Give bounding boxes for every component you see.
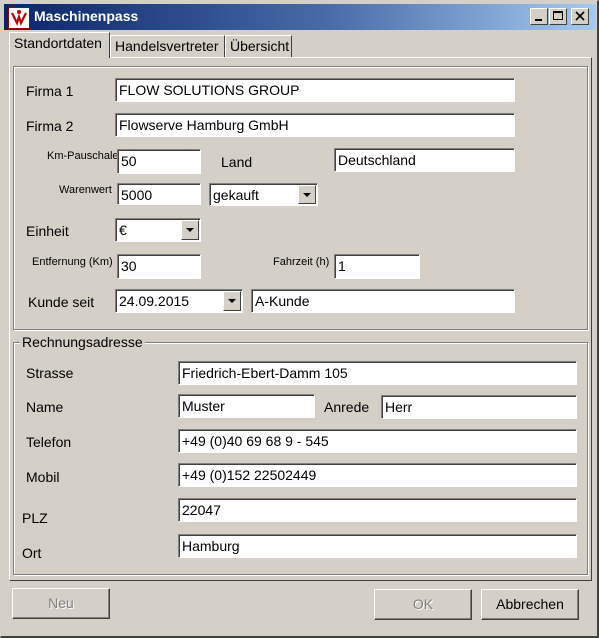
ort-label: Ort xyxy=(22,545,42,561)
anrede-label: Anrede xyxy=(324,399,370,415)
maximize-icon xyxy=(553,11,563,20)
chevron-down-icon[interactable] xyxy=(181,220,199,240)
ort-field[interactable]: Hamburg xyxy=(178,534,577,558)
close-icon xyxy=(575,11,585,21)
maximize-button[interactable] xyxy=(549,8,567,25)
mobil-field[interactable]: +49 (0)152 22502449 xyxy=(178,463,577,487)
fahrzeit-field[interactable]: 1 xyxy=(334,254,420,279)
standort-group: Firma 1 FLOW SOLUTIONS GROUP Firma 2 Flo… xyxy=(13,66,588,330)
km-pauschale-label: Km-Pauschale xyxy=(47,150,119,162)
telefon-field[interactable]: +49 (0)40 69 68 9 - 545 xyxy=(178,429,577,453)
tab-uebersicht[interactable]: Übersicht xyxy=(225,35,292,57)
plz-label: PLZ xyxy=(22,510,48,526)
status-select[interactable]: gekauft xyxy=(209,183,318,206)
plz-field[interactable]: 22047 xyxy=(178,498,577,522)
kunde-seit-value: 24.09.2015 xyxy=(119,293,190,309)
rechnungsadresse-group: Rechnungsadresse Strasse Friedrich-Ebert… xyxy=(13,334,588,575)
name-field[interactable]: Muster xyxy=(178,394,315,418)
firma1-label: Firma 1 xyxy=(26,83,74,99)
neu-button[interactable]: Neu xyxy=(12,588,110,619)
tab-panel: Firma 1 FLOW SOLUTIONS GROUP Firma 2 Flo… xyxy=(9,57,592,581)
land-label: Land xyxy=(221,154,253,170)
warenwert-label: Warenwert xyxy=(59,184,112,196)
window-title: Maschinenpass xyxy=(34,8,139,24)
window: Maschinenpass Standortdaten Handelsvertr… xyxy=(0,0,599,638)
einheit-select[interactable]: € xyxy=(115,218,201,242)
firma2-field[interactable]: Flowserve Hamburg GmbH xyxy=(115,113,515,137)
einheit-value: € xyxy=(119,222,127,238)
chevron-down-icon[interactable] xyxy=(298,185,316,204)
abbrechen-button[interactable]: Abbrechen xyxy=(481,589,579,620)
firma1-field[interactable]: FLOW SOLUTIONS GROUP xyxy=(115,78,515,102)
entfernung-label: Entfernung (Km) xyxy=(32,256,113,268)
chevron-down-icon[interactable] xyxy=(223,291,241,311)
close-button[interactable] xyxy=(571,8,589,25)
title-bar[interactable]: Maschinenpass xyxy=(4,4,596,30)
land-field[interactable]: Deutschland xyxy=(334,148,515,172)
app-logo-icon xyxy=(8,7,30,29)
tab-handelsvertreter[interactable]: Handelsvertreter xyxy=(110,35,225,57)
entfernung-field[interactable]: 30 xyxy=(117,254,201,279)
mobil-label: Mobil xyxy=(26,469,60,485)
km-pauschale-field[interactable]: 50 xyxy=(117,149,201,174)
minimize-icon xyxy=(535,19,542,21)
rechnungsadresse-legend: Rechnungsadresse xyxy=(20,334,145,350)
strasse-field[interactable]: Friedrich-Ebert-Damm 105 xyxy=(178,361,577,385)
name-label: Name xyxy=(26,399,64,415)
fahrzeit-label: Fahrzeit (h) xyxy=(273,256,330,268)
kunde-seit-datepicker[interactable]: 24.09.2015 xyxy=(115,289,243,313)
kunde-typ-field[interactable]: A-Kunde xyxy=(251,289,515,313)
firma2-label: Firma 2 xyxy=(26,118,74,134)
status-value: gekauft xyxy=(213,187,259,203)
minimize-button[interactable] xyxy=(530,8,548,25)
anrede-field[interactable]: Herr xyxy=(381,395,577,419)
einheit-label: Einheit xyxy=(26,223,69,239)
strasse-label: Strasse xyxy=(26,365,74,381)
ok-button[interactable]: OK xyxy=(374,589,472,620)
telefon-label: Telefon xyxy=(26,434,72,450)
kunde-seit-label: Kunde seit xyxy=(28,294,95,310)
tab-standortdaten[interactable]: Standortdaten xyxy=(9,32,110,58)
warenwert-field[interactable]: 5000 xyxy=(117,183,201,205)
